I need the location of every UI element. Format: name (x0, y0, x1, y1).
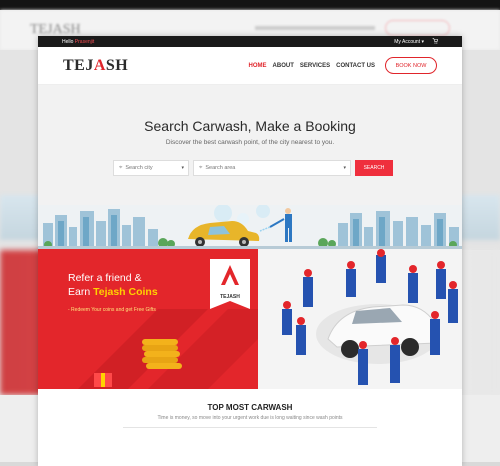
greeting: Hello Prasenjit (62, 39, 94, 45)
account-area: My Account ▾ (394, 37, 439, 46)
banner-graphics (78, 249, 458, 389)
city-carwash-illustration (38, 205, 462, 249)
cart-icon[interactable] (432, 37, 439, 46)
hero-section: Search Carwash, Make a Booking Discover … (38, 85, 462, 249)
nav-contact-us[interactable]: CONTACT US (336, 63, 375, 69)
bg-nav (255, 26, 375, 30)
area-select-placeholder: Search area (205, 165, 236, 171)
area-select[interactable]: ⌖ Search area ▾ (193, 160, 351, 176)
book-now-button[interactable]: BOOK NOW (385, 57, 437, 74)
hero-subtitle: Discover the best carwash point, of the … (165, 139, 335, 146)
my-account-dropdown[interactable]: My Account ▾ (394, 39, 424, 45)
user-name[interactable]: Prasenjit (75, 39, 94, 45)
referral-line-1: Refer a friend & (68, 272, 142, 284)
city-select[interactable]: ⌖ Search city ▾ (113, 160, 189, 176)
nav-services[interactable]: SERVICES (300, 63, 330, 69)
referral-banner[interactable]: Refer a friend & Earn Tejash Coins - Red… (38, 249, 462, 389)
website-preview-card: Hello Prasenjit My Account ▾ TEJASH HOME… (38, 36, 462, 466)
search-button[interactable]: SEARCH (355, 160, 393, 176)
city-select-placeholder: Search city (125, 165, 153, 171)
bg-book-button (385, 20, 450, 36)
search-form: ⌖ Search city ▾ ⌖ Search area ▾ SEARCH (113, 160, 393, 176)
nav-home[interactable]: HOME (249, 63, 267, 69)
top-carwash-section: TOP MOST CARWASH Time is money, so move … (38, 389, 462, 466)
tejash-logo[interactable]: TEJASH (63, 57, 128, 75)
hero-title: Search Carwash, Make a Booking (144, 118, 356, 134)
referral-subtext: - Redeem Your coins and get Free Gifts (68, 307, 156, 313)
greeting-text: Hello (62, 38, 74, 45)
site-header: TEJASH HOME ABOUT SERVICES CONTACT US BO… (38, 47, 462, 85)
chevron-down-icon: ▾ (421, 38, 424, 45)
banner-logo-text: TEJASH (220, 294, 240, 300)
main-nav: HOME ABOUT SERVICES CONTACT US (249, 63, 375, 69)
chevron-down-icon: ▾ (343, 165, 346, 171)
referral-headline: Refer a friend & Earn Tejash Coins (68, 271, 158, 299)
nav-about[interactable]: ABOUT (273, 63, 294, 69)
section-subtitle: Time is money, so move into your urgent … (157, 415, 343, 421)
top-bar: Hello Prasenjit My Account ▾ (38, 36, 462, 47)
section-divider (123, 427, 377, 428)
location-pin-icon: ⌖ (199, 164, 203, 171)
location-pin-icon: ⌖ (119, 164, 123, 171)
section-title: TOP MOST CARWASH (207, 403, 293, 412)
referral-line-2: Earn Tejash Coins (68, 286, 158, 298)
bg-topbar (0, 0, 500, 10)
chevron-down-icon: ▾ (181, 165, 184, 171)
